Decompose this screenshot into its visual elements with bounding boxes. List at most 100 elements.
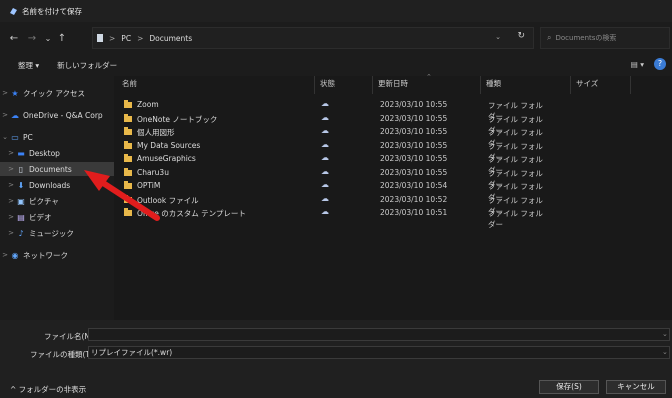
expand-chevron-icon[interactable]: > (6, 181, 16, 189)
expand-chevron-icon[interactable]: > (6, 197, 16, 205)
filetype-select[interactable]: リプレイファイル(*.wr) (88, 346, 670, 359)
up-button[interactable]: ↑ (56, 33, 68, 44)
file-type: ファイル フォルダー (488, 209, 543, 229)
file-name: Office のカスタム テンプレート (137, 209, 246, 218)
sidebar-item-documents[interactable]: > ▯ Documents (0, 162, 120, 176)
cloud-status-icon: ☁ (321, 139, 329, 149)
sidebar-item-onedrive[interactable]: > ☁ OneDrive - Q&A Corp (0, 108, 114, 122)
search-icon: ⌕ (547, 33, 552, 42)
column-header-name[interactable]: 名前 (122, 78, 137, 92)
organize-button[interactable]: 整理 ▾ (18, 60, 39, 71)
cancel-button[interactable]: キャンセル (606, 380, 666, 394)
file-row[interactable]: OPTiM ☁ 2023/03/10 10:54 ファイル フォルダー (118, 180, 548, 202)
hide-folders-button[interactable]: ^ フォルダーの非表示 (10, 384, 86, 395)
breadcrumb-separator: > (137, 33, 144, 43)
sidebar-item-pictures[interactable]: > ▣ ピクチャ (0, 194, 120, 208)
documents-icon: ▯ (18, 164, 24, 174)
folder-icon (124, 100, 132, 108)
file-date: 2023/03/10 10:55 (380, 113, 448, 123)
folder-icon (124, 154, 132, 162)
column-header-size[interactable]: サイズ (576, 78, 598, 92)
folder-icon (124, 167, 132, 176)
collapse-chevron-icon[interactable]: ⌄ (0, 133, 10, 141)
file-row[interactable]: OneNote ノートブック ☁ 2023/03/10 10:55 ファイル フ… (118, 113, 548, 135)
expand-chevron-icon[interactable]: > (0, 111, 10, 119)
expand-chevron-icon[interactable]: > (6, 213, 16, 221)
navigation-bar: ← → ⌄ ↑ > PC > Documents ⌄ ↻ ⌕ Documents… (0, 22, 672, 54)
search-placeholder: Documentsの検索 (555, 34, 617, 42)
sidebar-item-pc[interactable]: ⌄ ▭ PC (0, 130, 114, 144)
file-name: AmuseGraphics (137, 154, 196, 163)
command-bar: 整理 ▾ 新しいフォルダー ▤ ▾ ? (0, 54, 672, 76)
sidebar-item-label: PC (23, 132, 33, 142)
file-date: 2023/03/10 10:52 (380, 194, 448, 204)
cloud-status-icon: ☁ (321, 166, 329, 176)
save-button[interactable]: 保存(S) (539, 380, 599, 394)
sidebar-item-downloads[interactable]: > ⬇ Downloads (0, 178, 120, 192)
column-header-type[interactable]: 種類 (486, 78, 501, 92)
title-bar: 名前を付けて保存 (0, 0, 672, 22)
sidebar-item-desktop[interactable]: > ▬ Desktop (0, 146, 120, 160)
column-divider[interactable] (372, 76, 373, 94)
expand-chevron-icon[interactable]: > (0, 89, 10, 97)
file-date: 2023/03/10 10:51 (380, 208, 448, 217)
address-dropdown-icon[interactable]: ⌄ (495, 33, 501, 41)
cloud-status-icon: ☁ (321, 193, 329, 203)
file-date: 2023/03/10 10:55 (380, 127, 448, 136)
sidebar-item-videos[interactable]: > ▤ ビデオ (0, 210, 120, 224)
folder-icon (124, 113, 132, 122)
navigation-pane: > ★ クイック アクセス > ☁ OneDrive - Q&A Corp ⌄ … (0, 76, 120, 320)
download-icon: ⬇ (17, 180, 25, 190)
sidebar-item-label: Downloads (29, 180, 71, 190)
file-list: 名前 状態 更新日時 ⌃ 種類 サイズ Zoom ☁ 2023/03/10 10… (114, 73, 672, 320)
sidebar-item-label: ネットワーク (23, 250, 68, 260)
app-icon (9, 7, 18, 16)
breadcrumb-pc[interactable]: PC (121, 34, 131, 43)
folder-icon (124, 140, 132, 149)
column-divider[interactable] (630, 76, 631, 94)
view-options-button[interactable]: ▤ ▾ (631, 60, 644, 69)
expand-chevron-icon[interactable]: > (0, 251, 10, 259)
sidebar-item-label: Desktop (29, 148, 60, 158)
file-row[interactable]: My Data Sources ☁ 2023/03/10 10:55 ファイル … (118, 139, 548, 162)
sidebar-item-music[interactable]: > ♪ ミュージック (0, 226, 120, 240)
file-name: OPTiM (137, 181, 161, 190)
expand-chevron-icon[interactable]: > (6, 149, 16, 157)
search-box[interactable]: ⌕ Documentsの検索 (540, 27, 670, 49)
filename-field[interactable] (88, 328, 670, 341)
expand-chevron-icon[interactable]: > (6, 229, 16, 237)
refresh-button[interactable]: ↻ (517, 31, 525, 41)
file-row[interactable]: 個人用図形 ☁ 2023/03/10 10:55 ファイル フォルダー (118, 126, 548, 148)
file-row[interactable]: AmuseGraphics ☁ 2023/03/10 10:55 ファイル フォ… (118, 153, 548, 175)
sidebar-item-label: OneDrive - Q&A Corp (23, 110, 103, 120)
cloud-status-icon: ☁ (321, 99, 329, 108)
filename-dropdown-icon[interactable]: ⌄ (662, 330, 668, 338)
cloud-status-icon: ☁ (321, 180, 329, 189)
filetype-dropdown-icon[interactable]: ⌄ (662, 348, 668, 356)
column-divider[interactable] (480, 76, 481, 94)
pc-icon: ▭ (11, 132, 19, 142)
sidebar-item-network[interactable]: > ◉ ネットワーク (0, 248, 114, 262)
column-header-status[interactable]: 状態 (320, 78, 335, 92)
new-folder-button[interactable]: 新しいフォルダー (57, 60, 117, 71)
sidebar-item-label: クイック アクセス (23, 88, 86, 98)
forward-button[interactable]: → (26, 33, 38, 44)
expand-chevron-icon[interactable]: > (6, 165, 16, 173)
breadcrumb-documents[interactable]: Documents (149, 34, 192, 43)
file-row[interactable]: Outlook ファイル ☁ 2023/03/10 10:52 ファイル フォル… (118, 193, 548, 216)
column-divider[interactable] (314, 76, 315, 94)
file-name: Outlook ファイル (137, 195, 199, 205)
recent-locations-button[interactable]: ⌄ (42, 34, 54, 43)
file-row[interactable]: Office のカスタム テンプレート ☁ 2023/03/10 10:51 フ… (118, 207, 548, 229)
cloud-status-icon: ☁ (321, 153, 329, 162)
file-row[interactable]: Zoom ☁ 2023/03/10 10:55 ファイル フォルダー (118, 99, 548, 121)
sidebar-item-quick-access[interactable]: > ★ クイック アクセス (0, 86, 114, 100)
help-icon[interactable]: ? (654, 58, 666, 70)
column-divider[interactable] (570, 76, 571, 94)
file-row[interactable]: Charu3u ☁ 2023/03/10 10:55 ファイル フォルダー (118, 166, 548, 189)
back-button[interactable]: ← (8, 33, 20, 44)
sidebar-item-label: ビデオ (29, 212, 52, 222)
address-bar[interactable]: > PC > Documents ⌄ ↻ (92, 27, 534, 49)
folder-icon (124, 194, 132, 203)
column-header-date[interactable]: 更新日時 (378, 78, 408, 92)
